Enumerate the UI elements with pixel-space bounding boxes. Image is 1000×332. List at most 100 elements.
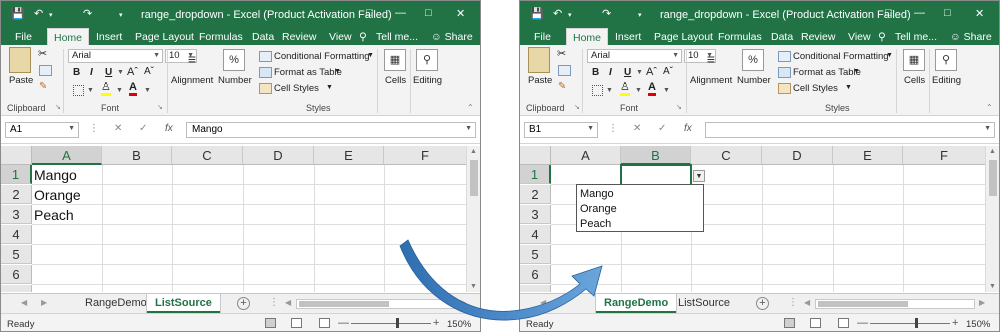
tab-insert[interactable]: Insert [96, 31, 122, 43]
zoom-out-icon[interactable]: — [857, 317, 868, 329]
italic-icon[interactable]: I [90, 67, 93, 78]
name-box[interactable]: A1 ▼ [5, 122, 79, 138]
undo-icon[interactable]: ↶ [553, 8, 562, 20]
vertical-scrollbar[interactable]: ▲ ▼ [466, 146, 480, 292]
row-header-4[interactable]: 4 [1, 225, 32, 244]
normal-view-icon[interactable] [265, 318, 276, 328]
underline-icon[interactable]: U [105, 67, 112, 78]
sheet-tab-listsource[interactable]: ListSource [670, 294, 738, 313]
customize-icon[interactable]: ▾ [638, 10, 642, 22]
col-header-b[interactable]: B [621, 146, 691, 165]
row-header-7[interactable] [520, 285, 551, 292]
editing-label[interactable]: Editing [413, 75, 442, 86]
enter-icon[interactable]: ✓ [139, 123, 147, 134]
chevron-down-icon[interactable]: ▼ [116, 87, 123, 94]
cells-label[interactable]: Cells [385, 75, 406, 86]
add-sheet-icon[interactable]: + [237, 297, 250, 310]
scroll-down-icon[interactable]: ▼ [470, 283, 477, 290]
col-header-e[interactable]: E [314, 146, 384, 165]
dialog-launcher-icon[interactable]: ↘ [574, 103, 580, 111]
copy-icon[interactable] [558, 65, 571, 76]
scroll-thumb[interactable] [299, 301, 389, 307]
cell-a1[interactable]: Mango [34, 167, 77, 183]
scroll-up-icon[interactable]: ▲ [989, 148, 996, 155]
row-header-3[interactable]: 3 [1, 205, 32, 224]
next-sheet-icon[interactable]: ▶ [41, 298, 47, 307]
zoom-out-icon[interactable]: — [338, 317, 349, 329]
font-color-icon[interactable]: A [129, 82, 137, 96]
chevron-down-icon[interactable]: ▼ [87, 87, 94, 94]
row-header-5[interactable]: 5 [520, 245, 551, 264]
alignment-icon[interactable]: ≡ [700, 49, 722, 71]
format-table-icon[interactable] [778, 67, 791, 78]
conditional-formatting-button[interactable]: Conditional Formatting [274, 51, 370, 62]
conditional-formatting-icon[interactable] [778, 51, 791, 62]
scroll-down-icon[interactable]: ▼ [989, 283, 996, 290]
vertical-scrollbar[interactable]: ▲ ▼ [985, 146, 999, 292]
alignment-label[interactable]: Alignment [171, 75, 213, 86]
paste-label[interactable]: Paste [9, 75, 33, 86]
formula-input[interactable]: ▼ [705, 122, 995, 138]
cell-styles-icon[interactable] [259, 83, 272, 94]
paste-icon[interactable] [9, 47, 31, 73]
prev-sheet-icon[interactable]: ◀ [540, 298, 546, 307]
row-header-6[interactable]: 6 [1, 265, 32, 284]
borders-icon[interactable] [592, 85, 603, 96]
tab-home[interactable]: Home [566, 28, 609, 45]
search-icon[interactable]: ⚲ [935, 49, 957, 71]
row-header-7[interactable] [1, 285, 32, 292]
chevron-down-icon[interactable]: ▼ [636, 69, 643, 76]
zoom-slider[interactable] [351, 323, 431, 324]
paste-icon[interactable] [528, 47, 550, 73]
add-sheet-icon[interactable]: + [756, 297, 769, 310]
zoom-slider-thumb[interactable] [915, 318, 918, 328]
page-layout-view-icon[interactable] [291, 318, 302, 328]
cancel-icon[interactable]: ✕ [114, 123, 122, 134]
col-header-c[interactable]: C [172, 146, 243, 165]
format-as-table-button[interactable]: Format as Table [274, 67, 342, 78]
col-header-c[interactable]: C [691, 146, 762, 165]
name-box[interactable]: B1 ▼ [524, 122, 598, 138]
zoom-level[interactable]: 150% [966, 319, 990, 330]
increase-font-icon[interactable]: Aˆ [646, 66, 657, 78]
cells-icon[interactable]: ▦ [903, 49, 925, 71]
scroll-thumb[interactable] [470, 160, 478, 196]
tab-formulas[interactable]: Formulas [718, 31, 762, 43]
cell-styles-button[interactable]: Cell Styles [793, 83, 838, 94]
percent-icon[interactable]: % [223, 49, 245, 71]
prev-sheet-icon[interactable]: ◀ [21, 298, 27, 307]
tab-view[interactable]: View [848, 31, 871, 43]
alignment-label[interactable]: Alignment [690, 75, 732, 86]
chevron-down-icon[interactable]: ▼ [606, 87, 613, 94]
row-header-1[interactable]: 1 [1, 165, 32, 184]
number-label[interactable]: Number [737, 75, 771, 86]
tab-file[interactable]: File [15, 31, 32, 43]
next-sheet-icon[interactable]: ▶ [560, 298, 566, 307]
row-header-4[interactable]: 4 [520, 225, 551, 244]
redo-icon[interactable]: ↷ [83, 8, 92, 20]
col-header-f[interactable]: F [903, 146, 986, 165]
chevron-down-icon[interactable]: ▼ [144, 87, 151, 94]
sheet-tab-rangedemo[interactable]: RangeDemo [596, 294, 677, 313]
customize-icon[interactable]: ▾ [119, 10, 123, 22]
horizontal-scrollbar[interactable] [296, 299, 456, 309]
tell-me-search[interactable]: Tell me... [376, 31, 418, 43]
dropdown-option[interactable]: Mango [580, 187, 700, 202]
tab-file[interactable]: File [534, 31, 551, 43]
zoom-in-icon[interactable]: + [952, 317, 958, 329]
increase-font-icon[interactable]: Aˆ [127, 66, 138, 78]
dialog-launcher-icon[interactable]: ↘ [676, 103, 682, 111]
cells-icon[interactable]: ▦ [384, 49, 406, 71]
font-name-select[interactable]: Arial ▼ [587, 49, 682, 63]
dialog-launcher-icon[interactable]: ↘ [157, 103, 163, 111]
borders-icon[interactable] [73, 85, 84, 96]
scroll-thumb[interactable] [818, 301, 908, 307]
conditional-formatting-button[interactable]: Conditional Formatting [793, 51, 889, 62]
format-painter-icon[interactable]: ✎ [39, 81, 47, 92]
tab-home[interactable]: Home [47, 28, 90, 45]
select-all-corner[interactable] [520, 146, 551, 165]
normal-view-icon[interactable] [784, 318, 795, 328]
restore-icon[interactable]: □ [366, 7, 373, 19]
decrease-font-icon[interactable]: Aˇ [144, 66, 154, 77]
page-break-view-icon[interactable] [838, 318, 849, 328]
